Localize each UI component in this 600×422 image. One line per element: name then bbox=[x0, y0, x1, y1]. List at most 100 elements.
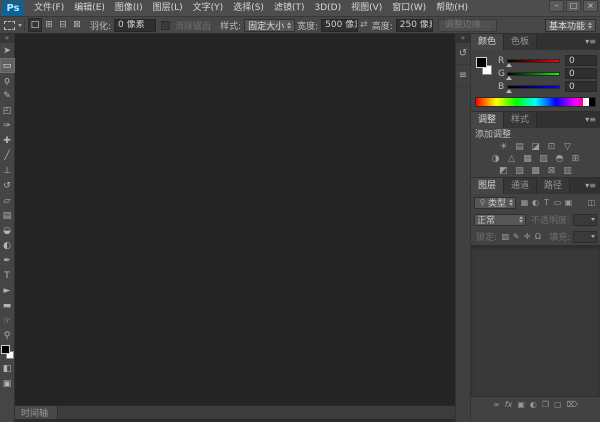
path-selection-tool[interactable]: ► bbox=[0, 283, 15, 298]
menu-edit[interactable]: 编辑(E) bbox=[69, 0, 110, 16]
gradient-tool[interactable]: ▤ bbox=[0, 208, 15, 223]
new-adjustment-layer-icon[interactable]: ◐ bbox=[530, 400, 537, 409]
filter-adjustment-layers-icon[interactable]: ◐ bbox=[530, 198, 541, 207]
history-brush-tool[interactable]: ↺ bbox=[0, 178, 15, 193]
lock-all-icon[interactable]: Ω bbox=[532, 232, 543, 241]
refine-edge-button[interactable]: 调整边缘… bbox=[437, 18, 497, 32]
menu-window[interactable]: 窗口(W) bbox=[387, 0, 431, 16]
crop-tool[interactable]: ◰ bbox=[0, 103, 15, 118]
link-layers-icon[interactable]: ∞ bbox=[493, 400, 500, 409]
tab-color[interactable]: 颜色 bbox=[471, 34, 505, 50]
properties-panel-button[interactable]: ≡ bbox=[456, 65, 470, 87]
lock-transparent-pixels-icon[interactable]: ▨ bbox=[500, 232, 511, 241]
menu-layer[interactable]: 图层(L) bbox=[148, 0, 188, 16]
menu-view[interactable]: 视图(V) bbox=[346, 0, 387, 16]
adj-curves-icon[interactable]: ◪ bbox=[529, 141, 542, 153]
history-panel-button[interactable]: ↺ bbox=[456, 43, 470, 65]
new-selection-button[interactable]: □ bbox=[28, 18, 42, 32]
blue-value-input[interactable]: 0 bbox=[565, 81, 597, 92]
add-layer-mask-icon[interactable]: ▣ bbox=[517, 400, 525, 409]
menu-file[interactable]: 文件(F) bbox=[29, 0, 69, 16]
style-select[interactable]: 固定大小 bbox=[244, 18, 296, 32]
rectangular-marquee-tool[interactable]: ▭ bbox=[0, 58, 15, 73]
adj-hue-saturation-icon[interactable]: ◑ bbox=[489, 153, 502, 165]
foreground-color-swatch[interactable] bbox=[0, 345, 10, 354]
tab-adjustments[interactable]: 调整 bbox=[471, 112, 505, 128]
adj-brightness-contrast-icon[interactable]: ☀ bbox=[497, 141, 510, 153]
menu-filter[interactable]: 滤镜(T) bbox=[269, 0, 310, 16]
lock-position-icon[interactable]: ✛ bbox=[522, 232, 533, 241]
panel-menu-icon[interactable]: ▾≡ bbox=[581, 34, 600, 50]
close-button[interactable]: × bbox=[583, 0, 598, 12]
blue-slider[interactable] bbox=[506, 84, 560, 93]
quick-selection-tool[interactable]: ✎ bbox=[0, 88, 15, 103]
adj-selective-color-icon[interactable]: ▥ bbox=[561, 165, 574, 177]
tab-layers[interactable]: 图层 bbox=[471, 178, 505, 194]
tab-channels[interactable]: 通道 bbox=[504, 178, 538, 194]
menu-3d[interactable]: 3D(D) bbox=[309, 0, 346, 16]
adj-levels-icon[interactable]: ▤ bbox=[513, 141, 526, 153]
panel-menu-icon[interactable]: ▾≡ bbox=[581, 178, 600, 194]
green-slider[interactable] bbox=[506, 71, 560, 80]
red-value-input[interactable]: 0 bbox=[565, 55, 597, 66]
adj-threshold-icon[interactable]: ▩ bbox=[529, 165, 542, 177]
foreground-color-swatch[interactable] bbox=[476, 57, 487, 68]
timeline-tab[interactable]: 时间轴 bbox=[15, 406, 59, 419]
filter-toggle-icon[interactable]: ◫ bbox=[586, 198, 597, 207]
brush-tool[interactable]: ╱ bbox=[0, 148, 15, 163]
type-tool[interactable]: T bbox=[0, 268, 15, 283]
layer-style-icon[interactable]: fx bbox=[505, 400, 513, 409]
filter-smart-objects-icon[interactable]: ▣ bbox=[563, 198, 574, 207]
adj-channel-mixer-icon[interactable]: ◓ bbox=[553, 153, 566, 165]
canvas-area[interactable] bbox=[15, 34, 455, 405]
layer-filter-select[interactable]: ⚲ 类型 bbox=[474, 196, 517, 209]
minimize-button[interactable]: – bbox=[549, 0, 564, 12]
layers-list[interactable] bbox=[471, 245, 600, 397]
menu-help[interactable]: 帮助(H) bbox=[431, 0, 473, 16]
tab-swatches[interactable]: 色板 bbox=[504, 34, 538, 50]
filter-type-layers-icon[interactable]: T bbox=[541, 198, 552, 207]
eyedropper-tool[interactable]: ✑ bbox=[0, 118, 15, 133]
panel-color-swatches[interactable] bbox=[476, 57, 492, 75]
intersect-selection-button[interactable]: ⊠ bbox=[70, 18, 84, 32]
zoom-tool[interactable]: ⚲ bbox=[0, 328, 15, 343]
adj-color-balance-icon[interactable]: △ bbox=[505, 153, 518, 165]
workspace-select[interactable]: 基本功能 bbox=[544, 18, 596, 32]
color-spectrum-ramp[interactable] bbox=[475, 97, 596, 107]
spot-healing-brush-tool[interactable]: ✚ bbox=[0, 133, 15, 148]
swap-dimensions-icon[interactable]: ⇄ bbox=[360, 20, 368, 30]
tab-styles[interactable]: 样式 bbox=[504, 112, 538, 128]
menu-select[interactable]: 选择(S) bbox=[228, 0, 269, 16]
tool-preset-picker[interactable] bbox=[2, 19, 25, 31]
adj-photo-filter-icon[interactable]: ▧ bbox=[537, 153, 550, 165]
blur-tool[interactable]: ◒ bbox=[0, 223, 15, 238]
rectangle-tool[interactable]: ▬ bbox=[0, 298, 15, 313]
antialias-checkbox[interactable] bbox=[161, 20, 171, 30]
slider-knob-icon[interactable] bbox=[506, 75, 512, 80]
opacity-input[interactable] bbox=[573, 213, 597, 226]
blend-mode-select[interactable]: 正常 bbox=[474, 213, 526, 226]
dock-collapse-icon[interactable]: » bbox=[456, 34, 470, 43]
filter-pixel-layers-icon[interactable]: ▦ bbox=[519, 198, 530, 207]
height-input[interactable]: 250 像素 bbox=[395, 18, 433, 32]
menu-type[interactable]: 文字(Y) bbox=[188, 0, 229, 16]
pen-tool[interactable]: ✒ bbox=[0, 253, 15, 268]
toolbar-collapse-icon[interactable]: » bbox=[0, 34, 14, 43]
clone-stamp-tool[interactable]: ⊥ bbox=[0, 163, 15, 178]
quick-mask-button[interactable]: ◧ bbox=[0, 361, 15, 376]
filter-shape-layers-icon[interactable]: ▭ bbox=[552, 198, 563, 207]
feather-input[interactable]: 0 像素 bbox=[114, 18, 157, 32]
adj-gradient-map-icon[interactable]: ⊠ bbox=[545, 165, 558, 177]
hand-tool[interactable]: ☞ bbox=[0, 313, 15, 328]
lock-image-pixels-icon[interactable]: ✎ bbox=[511, 232, 522, 241]
slider-knob-icon[interactable] bbox=[506, 62, 512, 67]
delete-layer-icon[interactable]: ⌦ bbox=[567, 400, 578, 409]
adj-black-white-icon[interactable]: ▦ bbox=[521, 153, 534, 165]
green-value-input[interactable]: 0 bbox=[565, 68, 597, 79]
tab-paths[interactable]: 路径 bbox=[537, 178, 571, 194]
red-slider[interactable] bbox=[506, 58, 560, 67]
dodge-tool[interactable]: ◐ bbox=[0, 238, 15, 253]
subtract-selection-button[interactable]: ⊟ bbox=[56, 18, 70, 32]
maximize-button[interactable]: □ bbox=[566, 0, 581, 12]
move-tool[interactable]: ➤ bbox=[0, 43, 15, 58]
